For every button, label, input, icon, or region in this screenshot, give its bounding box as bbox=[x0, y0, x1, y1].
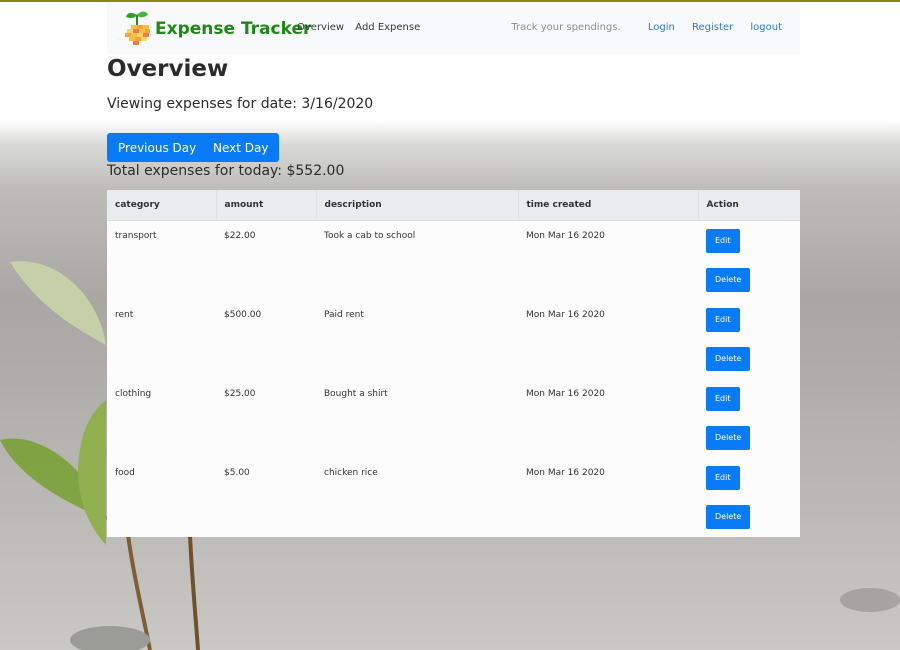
nav-logout-link[interactable]: logout bbox=[750, 22, 782, 33]
cell-amount: $5.00 bbox=[224, 467, 250, 478]
cell-description: chicken rice bbox=[324, 467, 378, 478]
next-day-button[interactable]: Next Day bbox=[202, 133, 280, 162]
page-title: Overview bbox=[107, 56, 229, 82]
cell-category: rent bbox=[115, 309, 134, 320]
cell-time-created: Mon Mar 16 2020 bbox=[526, 309, 605, 320]
nav-overview-link[interactable]: Overview bbox=[297, 22, 344, 33]
header-category: category bbox=[107, 190, 217, 221]
brand[interactable]: Expense Tracker bbox=[121, 9, 311, 49]
cell-category: food bbox=[115, 467, 135, 478]
edit-button[interactable]: Edit bbox=[706, 307, 740, 332]
cell-category: transport bbox=[115, 230, 157, 241]
cell-description: Took a cab to school bbox=[324, 230, 416, 241]
delete-button[interactable]: Delete bbox=[706, 346, 751, 371]
tagline: Track your spendings. bbox=[511, 22, 621, 33]
header-description: description bbox=[316, 190, 519, 221]
edit-button[interactable]: Edit bbox=[706, 228, 740, 253]
delete-button[interactable]: Delete bbox=[706, 425, 751, 450]
delete-button[interactable]: Delete bbox=[706, 267, 751, 292]
header-time-created: time created bbox=[518, 190, 699, 221]
brand-name: Expense Tracker bbox=[155, 19, 312, 39]
table-header-row: category amount description time created… bbox=[107, 190, 800, 221]
previous-day-button[interactable]: Previous Day bbox=[107, 133, 208, 162]
table-row: food $5.00 chicken rice Mon Mar 16 2020 … bbox=[107, 458, 800, 537]
navbar: Expense Tracker Overview Add Expense Tra… bbox=[107, 2, 800, 54]
cell-action: Edit Delete bbox=[698, 220, 800, 300]
expenses-table: category amount description time created… bbox=[107, 190, 800, 537]
header-amount: amount bbox=[216, 190, 317, 221]
cell-description: Bought a shirt bbox=[324, 388, 388, 399]
cell-amount: $25.00 bbox=[224, 388, 256, 399]
nav-left: Overview Add Expense bbox=[297, 22, 428, 33]
table-row: rent $500.00 Paid rent Mon Mar 16 2020 E… bbox=[107, 300, 800, 379]
cell-description: Paid rent bbox=[324, 309, 364, 320]
cell-time-created: Mon Mar 16 2020 bbox=[526, 467, 605, 478]
cell-amount: $22.00 bbox=[224, 230, 256, 241]
sprout-coins-icon bbox=[121, 9, 153, 49]
table-row: clothing $25.00 Bought a shirt Mon Mar 1… bbox=[107, 379, 800, 458]
nav-right: Track your spendings. Login Register log… bbox=[511, 22, 782, 33]
cell-time-created: Mon Mar 16 2020 bbox=[526, 230, 605, 241]
header-action: Action bbox=[698, 190, 800, 221]
delete-button[interactable]: Delete bbox=[706, 504, 751, 529]
table-row: transport $22.00 Took a cab to school Mo… bbox=[107, 220, 800, 300]
nav-login-link[interactable]: Login bbox=[648, 22, 675, 33]
edit-button[interactable]: Edit bbox=[706, 465, 740, 490]
total-expenses-text: Total expenses for today: $552.00 bbox=[107, 163, 345, 179]
cell-amount: $500.00 bbox=[224, 309, 262, 320]
cell-action: Edit Delete bbox=[698, 458, 800, 537]
edit-button[interactable]: Edit bbox=[706, 386, 740, 411]
nav-register-link[interactable]: Register bbox=[692, 22, 733, 33]
viewing-date-text: Viewing expenses for date: 3/16/2020 bbox=[107, 96, 374, 112]
nav-add-expense-link[interactable]: Add Expense bbox=[355, 22, 420, 33]
cell-category: clothing bbox=[115, 388, 152, 399]
cell-action: Edit Delete bbox=[698, 300, 800, 379]
cell-time-created: Mon Mar 16 2020 bbox=[526, 388, 605, 399]
cell-action: Edit Delete bbox=[698, 379, 800, 458]
